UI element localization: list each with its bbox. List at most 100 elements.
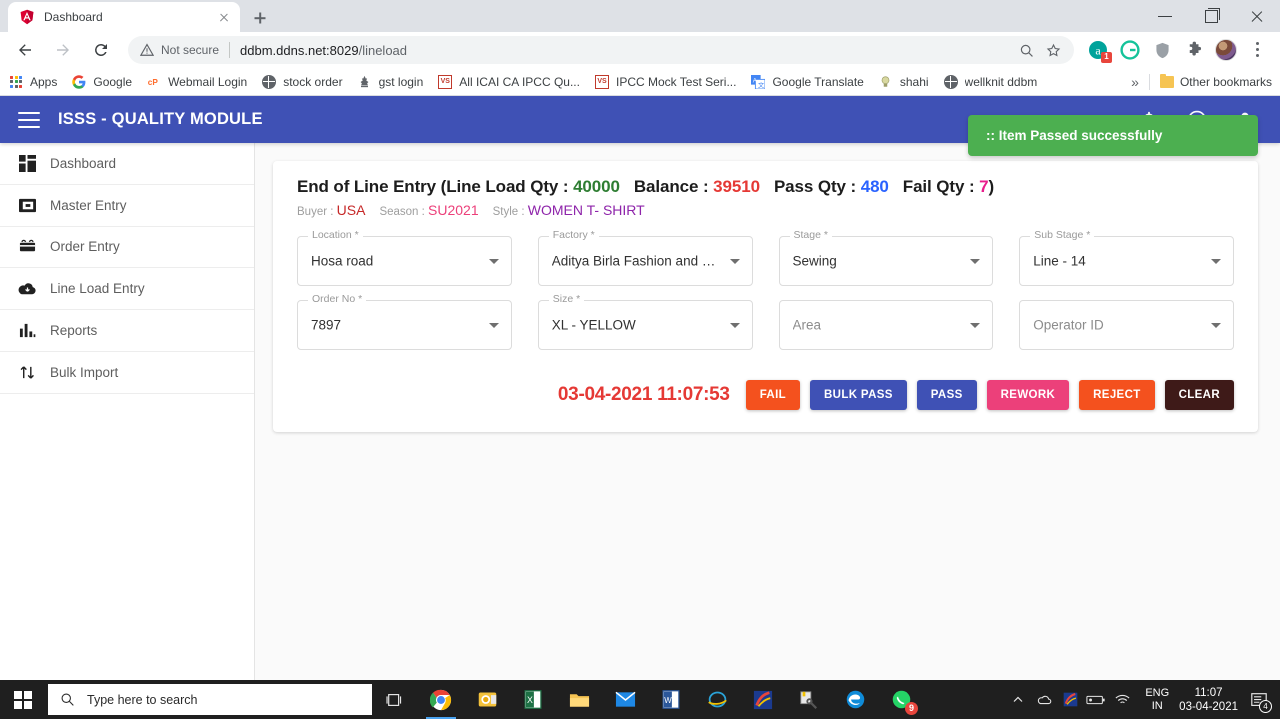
avatar[interactable] (1212, 36, 1240, 64)
battery-icon[interactable] (1083, 680, 1109, 719)
amazon-extension-icon[interactable]: a 1 (1084, 36, 1112, 64)
minimize-button[interactable] (1142, 0, 1188, 32)
pass-button[interactable]: PASS (916, 380, 977, 410)
bookmark-webmail-login[interactable]: cP Webmail Login (146, 74, 247, 90)
word-icon[interactable]: W (648, 680, 694, 719)
security-label: Not secure (161, 43, 220, 57)
search-icon[interactable] (1018, 42, 1035, 59)
paint-tray-icon[interactable] (1057, 680, 1083, 719)
chevron-down-icon[interactable] (488, 258, 499, 264)
location-label: Location * (308, 229, 363, 241)
outlook-icon[interactable] (464, 680, 510, 719)
chevron-down-icon[interactable] (729, 322, 740, 328)
maximize-button[interactable] (1188, 0, 1234, 32)
bookmarks-bar: Apps Google cP Webmail Login stock order… (0, 68, 1280, 96)
close-icon[interactable] (216, 9, 232, 25)
season-label: Season : (379, 206, 429, 218)
sidebar-item-line-load-entry[interactable]: Line Load Entry (0, 268, 254, 311)
shield-extension-icon[interactable] (1148, 36, 1176, 64)
bookmark-label: IPCC Mock Test Seri... (615, 74, 737, 89)
pass-qty-label: Pass Qty : (773, 177, 861, 196)
bookmark-all-icai[interactable]: VS All ICAI CA IPCC Qu... (437, 74, 580, 90)
cloud-download-icon (16, 280, 38, 297)
start-button[interactable] (0, 680, 46, 719)
stage-label: Stage * (789, 229, 832, 241)
factory-label: Factory * (548, 229, 599, 241)
chevron-down-icon[interactable] (488, 322, 499, 328)
pass-qty-value: 480 (860, 177, 889, 196)
operator-id-placeholder: Operator ID (1033, 317, 1104, 333)
bookmark-gst-login[interactable]: gst login (357, 74, 423, 90)
excel-icon[interactable]: X (510, 680, 556, 719)
stage-select[interactable]: Stage * Sewing (778, 229, 994, 286)
onedrive-icon[interactable] (1031, 680, 1057, 719)
bookmark-star-icon[interactable] (1045, 42, 1062, 59)
bookmark-apps[interactable]: Apps (8, 74, 57, 90)
bookmark-google[interactable]: Google (71, 74, 132, 90)
notification-center-button[interactable]: 4 (1244, 680, 1274, 719)
fail-button[interactable]: FAIL (745, 380, 801, 410)
forward-icon[interactable] (49, 36, 77, 64)
bookmark-label: wellknit ddbm (964, 74, 1038, 89)
search-input[interactable]: Type here to search (48, 684, 372, 715)
wifi-icon[interactable] (1109, 680, 1135, 719)
order-no-select[interactable]: Order No * 7897 (297, 293, 512, 350)
bookmarks-overflow-button[interactable]: » (1121, 74, 1149, 90)
grammarly-icon[interactable] (1116, 36, 1144, 64)
sidebar-item-reports[interactable]: Reports (0, 310, 254, 352)
entry-form: Location * Hosa road Factory * Aditya Bi… (297, 229, 1234, 350)
clock[interactable]: 11:07 03-04-2021 (1179, 686, 1238, 714)
task-view-icon[interactable] (372, 680, 418, 719)
chevron-down-icon[interactable] (970, 322, 981, 328)
reject-button[interactable]: REJECT (1079, 380, 1155, 410)
sidebar-item-order-entry[interactable]: Order Entry (0, 227, 254, 269)
tray-expand-icon[interactable] (1005, 680, 1031, 719)
sidebar-item-label: Reports (50, 323, 98, 339)
chrome-icon[interactable] (418, 680, 464, 719)
window-close-button[interactable] (1234, 0, 1280, 32)
file-explorer-icon[interactable] (556, 680, 602, 719)
edge-icon[interactable] (832, 680, 878, 719)
bulk-pass-button[interactable]: BULK PASS (810, 380, 907, 410)
hamburger-icon[interactable] (18, 111, 40, 128)
chrome-menu-icon[interactable] (1244, 36, 1272, 64)
chevron-down-icon[interactable] (1211, 258, 1221, 264)
back-icon[interactable] (11, 36, 39, 64)
sidebar-item-bulk-import[interactable]: Bulk Import (0, 352, 254, 394)
chevron-down-icon[interactable] (1211, 322, 1221, 328)
sidebar-item-dashboard[interactable]: Dashboard (0, 143, 254, 185)
notification-badge: 4 (1259, 700, 1272, 713)
app-header: ISSS - QUALITY MODULE ? :: Item Passed s… (0, 96, 1280, 156)
browser-tab[interactable]: Dashboard (8, 2, 240, 32)
reload-icon[interactable] (87, 36, 115, 64)
bookmark-google-translate[interactable]: A文 Google Translate (750, 74, 864, 90)
sidebar-item-master-entry[interactable]: Master Entry (0, 185, 254, 227)
whatsapp-icon[interactable]: 9 (878, 680, 924, 719)
new-tab-button[interactable] (246, 4, 274, 32)
size-select[interactable]: Size * XL - YELLOW (537, 293, 753, 350)
area-select[interactable]: Area (778, 300, 994, 350)
rework-button[interactable]: REWORK (986, 380, 1070, 410)
operator-id-select[interactable]: Operator ID (1019, 300, 1234, 350)
internet-explorer-icon[interactable] (694, 680, 740, 719)
language-indicator[interactable]: ENG IN (1145, 687, 1169, 713)
other-bookmarks-label[interactable]: Other bookmarks (1180, 75, 1272, 89)
sidebar: Dashboard Master Entry Order Entry Line … (0, 143, 255, 680)
location-select[interactable]: Location * Hosa road (297, 229, 512, 286)
mail-icon[interactable] (602, 680, 648, 719)
factory-select[interactable]: Factory * Aditya Birla Fashion and Retai… (537, 229, 753, 286)
bookmark-stock-order[interactable]: stock order (261, 74, 343, 90)
extensions-puzzle-icon[interactable] (1180, 36, 1208, 64)
address-bar[interactable]: Not secure ddbm.ddns.net:8029/lineload (128, 36, 1074, 64)
bookmark-wellknit-ddbm[interactable]: wellknit ddbm (943, 74, 1038, 90)
bookmark-ipcc-mock[interactable]: VS IPCC Mock Test Seri... (594, 74, 736, 90)
tools-icon[interactable] (786, 680, 832, 719)
sub-stage-select[interactable]: Sub Stage * Line - 14 (1019, 229, 1234, 286)
clear-button[interactable]: CLEAR (1164, 380, 1234, 410)
chevron-down-icon[interactable] (970, 258, 981, 264)
chevron-down-icon[interactable] (729, 258, 740, 264)
security-status[interactable]: Not secure (140, 43, 219, 57)
import-export-icon (16, 364, 38, 381)
bookmark-shahi[interactable]: shahi (878, 74, 929, 90)
paint-icon[interactable] (740, 680, 786, 719)
